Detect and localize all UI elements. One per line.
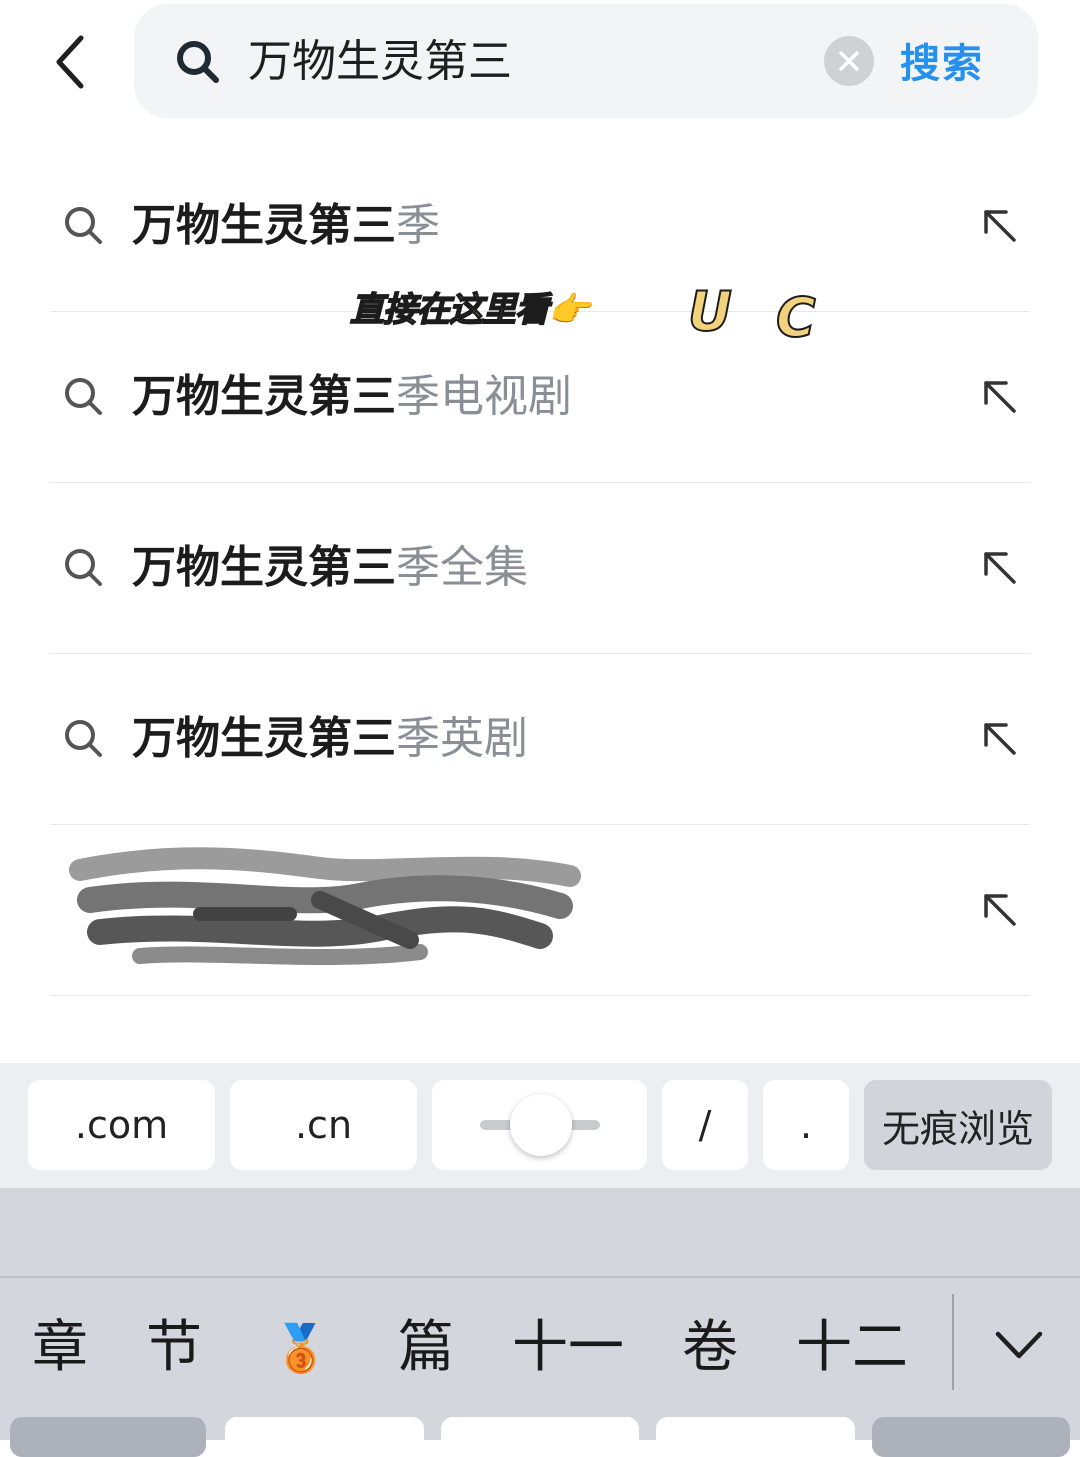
search-icon bbox=[65, 549, 102, 586]
candidate-6[interactable]: 卷 bbox=[682, 1308, 738, 1388]
suggestion-text: 万物生灵第三季电视剧 bbox=[132, 367, 572, 427]
candidate-separator bbox=[952, 1294, 954, 1390]
candidate-4[interactable]: 篇 bbox=[398, 1308, 454, 1388]
suggestion-text: 万物生灵第三季 bbox=[132, 196, 440, 256]
suggestion-text: 万物生灵第三季英剧 bbox=[132, 709, 528, 769]
keyboard: 章 节 🥉 篇 十一 卷 十二 bbox=[0, 1188, 1080, 1457]
keyboard-key[interactable] bbox=[10, 1417, 206, 1457]
keyboard-key[interactable] bbox=[872, 1417, 1070, 1457]
incognito-button[interactable]: 无痕浏览 bbox=[864, 1080, 1052, 1170]
search-box[interactable]: 万物生灵第三 搜索 bbox=[134, 4, 1038, 118]
keyboard-key[interactable] bbox=[656, 1417, 855, 1457]
arrow-up-left-icon[interactable] bbox=[980, 890, 1020, 930]
overlay-letter-u: U bbox=[687, 279, 733, 344]
keyboard-key[interactable] bbox=[441, 1417, 639, 1457]
divider bbox=[0, 1276, 1080, 1278]
overlay-letter-c: C bbox=[775, 285, 817, 350]
suggestion-text: 万物生灵第三季全集 bbox=[132, 538, 528, 598]
search-icon bbox=[177, 41, 219, 83]
search-icon bbox=[65, 378, 102, 415]
candidate-2[interactable]: 节 bbox=[146, 1308, 202, 1388]
clear-button[interactable] bbox=[824, 36, 874, 86]
suggestion-item[interactable]: 万物生灵第三季电视剧 bbox=[50, 311, 1030, 483]
suggestion-match: 万物生灵第三 bbox=[132, 542, 396, 593]
suggestion-rest: 季电视剧 bbox=[396, 371, 572, 422]
candidate-5[interactable]: 十一 bbox=[512, 1308, 624, 1388]
scribble-redaction bbox=[69, 847, 581, 966]
search-button[interactable]: 搜索 bbox=[900, 34, 984, 94]
candidate-7[interactable]: 十二 bbox=[796, 1308, 908, 1388]
arrow-up-left-icon[interactable] bbox=[980, 719, 1020, 759]
chevron-down-icon[interactable] bbox=[992, 1318, 1046, 1372]
key-dotcn[interactable]: .cn bbox=[230, 1080, 417, 1170]
arrow-up-left-icon[interactable] bbox=[980, 206, 1020, 246]
suggestion-item[interactable]: 万物生灵第三季全集 bbox=[50, 482, 1030, 654]
keyboard-key[interactable] bbox=[225, 1417, 424, 1457]
candidate-3[interactable]: 🥉 bbox=[272, 1308, 329, 1388]
arrow-up-left-icon[interactable] bbox=[980, 377, 1020, 417]
suggestion-rest: 季 bbox=[396, 200, 440, 251]
cursor-slider[interactable] bbox=[432, 1080, 647, 1170]
keyboard-accessory-bar: .com .cn / . 无痕浏览 bbox=[0, 1063, 1080, 1188]
suggestion-rest: 季英剧 bbox=[396, 713, 528, 764]
candidate-1[interactable]: 章 bbox=[32, 1308, 88, 1388]
top-bar: 万物生灵第三 搜索 bbox=[0, 0, 1080, 140]
chevron-left-icon bbox=[56, 35, 84, 89]
slider-knob[interactable] bbox=[510, 1094, 572, 1156]
search-icon bbox=[65, 207, 102, 244]
suggestion-item[interactable]: 万物生灵第三季英剧 bbox=[50, 653, 1030, 825]
suggestion-item-redacted[interactable] bbox=[50, 824, 1030, 996]
key-dot[interactable]: . bbox=[763, 1080, 849, 1170]
suggestion-rest: 季全集 bbox=[396, 542, 528, 593]
back-button[interactable] bbox=[40, 30, 100, 94]
key-slash[interactable]: / bbox=[662, 1080, 748, 1170]
key-dotcom[interactable]: .com bbox=[28, 1080, 215, 1170]
search-icon bbox=[65, 720, 102, 757]
suggestion-match: 万物生灵第三 bbox=[132, 371, 396, 422]
close-icon bbox=[839, 51, 859, 71]
overlay-caption: 直接在这里看👉 bbox=[349, 289, 591, 331]
search-input[interactable]: 万物生灵第三 bbox=[248, 32, 512, 92]
suggestion-match: 万物生灵第三 bbox=[132, 200, 396, 251]
suggestion-match: 万物生灵第三 bbox=[132, 713, 396, 764]
arrow-up-left-icon[interactable] bbox=[980, 548, 1020, 588]
